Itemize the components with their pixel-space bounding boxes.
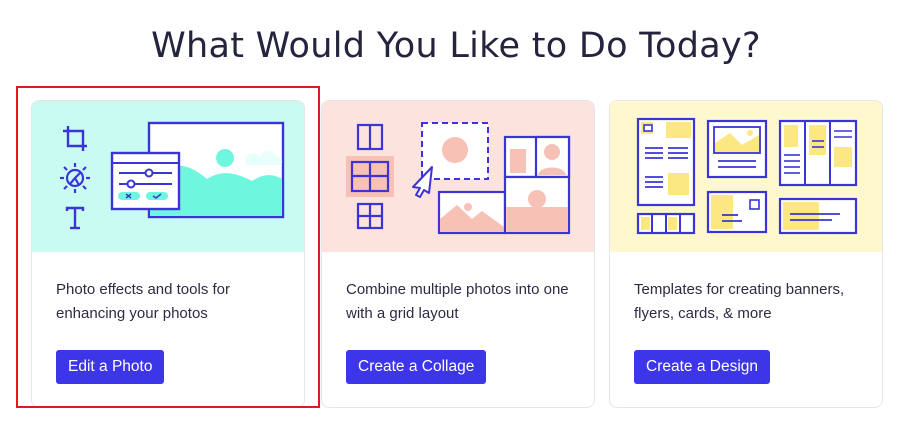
collage-illustration xyxy=(322,101,594,252)
strip-template-icon xyxy=(636,212,696,235)
edit-photo-description: Photo effects and tools for enhancing yo… xyxy=(56,281,231,322)
collage-card[interactable]: Combine multiple photos into one with a … xyxy=(321,100,595,408)
edit-photo-illustration xyxy=(32,101,304,252)
design-illustration xyxy=(610,101,882,252)
design-description: Templates for creating banners, flyers, … xyxy=(634,281,845,322)
collage-description: Combine multiple photos into one with a … xyxy=(346,281,569,322)
adjustments-panel-icon xyxy=(110,151,181,211)
layout-grid-selected-icon xyxy=(346,156,394,197)
flyer-template-icon xyxy=(636,117,696,207)
text-icon xyxy=(65,206,85,230)
design-card[interactable]: Templates for creating banners, flyers, … xyxy=(609,100,883,408)
brochure-template-icon xyxy=(778,119,858,187)
edit-photo-card[interactable]: Photo effects and tools for enhancing yo… xyxy=(31,100,305,408)
exposure-icon xyxy=(60,163,90,193)
edit-photo-button[interactable]: Edit a Photo xyxy=(56,350,165,384)
poster-template-icon xyxy=(706,119,768,179)
crop-icon xyxy=(63,126,87,151)
layout-four-grid-icon xyxy=(356,202,384,230)
create-design-button[interactable]: Create a Design xyxy=(634,350,771,384)
card-template-icon xyxy=(706,190,768,234)
layout-two-column-icon xyxy=(356,123,384,151)
banner-template-icon xyxy=(778,197,858,235)
create-collage-button[interactable]: Create a Collage xyxy=(346,350,487,384)
page-title: What Would You Like to Do Today? xyxy=(151,26,761,66)
